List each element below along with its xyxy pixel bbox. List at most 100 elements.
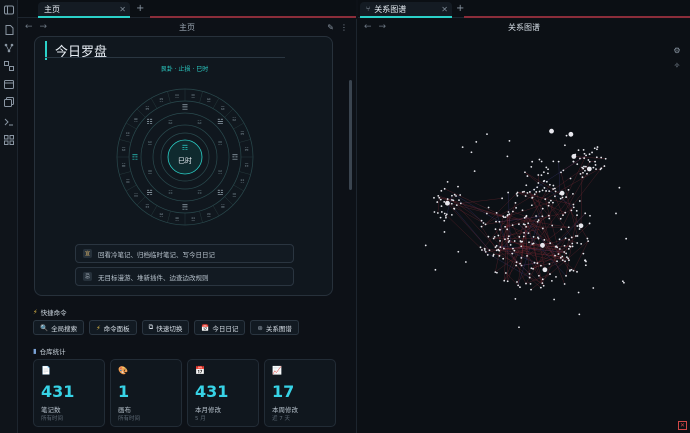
more-options-icon[interactable]: ⋮ [340,23,348,32]
hint-do-badge: 宜 [83,249,92,258]
graph-icon: ⊛ [257,323,263,332]
files-icon[interactable] [3,24,15,36]
right-tab-bar: ⑂ 关系图谱 ✕ + [358,0,690,18]
svg-text:☵: ☵ [145,106,149,112]
quick-switch-button[interactable]: ⧉ 快速切换 [141,320,190,335]
document-icon: 📄 [41,366,51,375]
compass-card: 今日罗盘 艮卦 · 止损 · 巳时 ☰ ☱ ☲ ☳ ☴ ☵ ☶ ☷ ☰ ☱ ☲ ☳ ☴ ☵ ☶ ☷ ☰ ☱ ☲ ☳ ☴ ☵… [34,36,333,296]
calendar-icon: 📅 [201,323,210,332]
tab-bar-accent-line [150,16,356,18]
svg-text:☳: ☳ [197,120,202,126]
terminal-icon[interactable] [3,116,15,128]
graph-icon[interactable] [3,42,15,54]
svg-text:☳: ☳ [126,131,130,137]
new-tab-icon[interactable]: + [456,3,464,14]
compass-center-label: 巳时 [178,156,192,165]
tab-home-label: 主页 [44,4,60,14]
graph-settings-icon[interactable]: ⚙ [672,45,682,55]
tab-graph-label: 关系图谱 [374,4,407,14]
graph-view: ← → 关系图谱 ⚙ ✧ [356,19,690,433]
svg-text:☷: ☷ [240,179,244,185]
stat-sub: 所有时间 [41,416,64,422]
hint-avoid-badge: 忌 [83,272,92,281]
trend-chart-icon: 📈 [272,366,282,375]
stat-card-canvas: 🎨 1 画布 所有时间 [110,359,182,427]
svg-text:☵: ☵ [218,169,223,175]
edit-icon[interactable]: ✎ [327,23,334,32]
graph-view-button[interactable]: ⊛ 关系图谱 [250,320,299,335]
scrollbar[interactable] [349,80,352,190]
nav-title: 关系图谱 [508,22,540,32]
graph-tab-icon: ⑂ [366,5,371,13]
compass-subtitle: 艮卦 · 止损 · 巳时 [160,66,209,73]
svg-text:☵: ☵ [147,189,153,197]
hint-do-text: 回看冷笔记、归档临时笔记、写今日日记 [98,250,215,259]
svg-text:☰: ☰ [232,193,236,199]
svg-text:☶: ☶ [197,190,202,196]
graph-animate-icon[interactable]: ✧ [672,60,682,70]
svg-text:☲: ☲ [121,147,125,153]
quick-commands-heading: ⚡ 快捷命令 [33,307,67,317]
daily-note-button[interactable]: 📅 今日日记 [194,320,246,335]
sidebar-toggle-icon[interactable] [3,4,15,16]
svg-text:☱: ☱ [217,118,223,126]
templates-icon[interactable] [3,134,15,146]
stat-sub: 所有时间 [118,416,141,422]
svg-text:☶: ☶ [132,154,138,162]
lightning-icon: ⚡ [33,308,38,316]
svg-text:☲: ☲ [207,212,211,218]
canvas-icon[interactable] [3,60,15,72]
left-ribbon [0,0,18,433]
tab-home[interactable]: 主页 ✕ [38,2,130,18]
graph-canvas[interactable] [357,36,690,433]
svg-text:☱: ☱ [148,141,153,147]
stat-card-month: 📅 431 本月修改 5 月 [187,359,259,427]
tab-graph[interactable]: ⑂ 关系图谱 ✕ [360,2,452,18]
svg-text:☲: ☲ [168,120,173,126]
svg-text:☶: ☶ [182,144,188,152]
daily-note-label: 今日日记 [212,324,239,333]
error-indicator-icon[interactable]: ✕ [678,421,687,430]
stat-value: 1 [118,382,130,401]
graph-view-label: 关系图谱 [265,324,292,333]
stat-sub: 近 7 天 [272,416,290,422]
stat-value: 431 [195,382,229,401]
copy-icon[interactable] [3,96,15,108]
search-icon: 🔍 [40,323,49,332]
bar-chart-icon: ▮ [33,347,37,355]
stat-sub: 5 月 [195,416,206,422]
search-button[interactable]: 🔍 全局搜索 [33,320,85,335]
vault-stats-title: 仓库统计 [39,348,66,356]
svg-text:☰: ☰ [126,179,130,185]
palette-icon: 🎨 [118,366,128,375]
stat-label: 本月修改 [195,406,221,414]
stat-label: 本周修改 [272,406,298,414]
nav-title: 主页 [179,22,195,32]
stat-value: 17 [272,382,295,401]
calendar-icon[interactable] [3,78,15,90]
svg-text:☱: ☱ [207,98,211,104]
stat-label: 画布 [118,406,131,414]
stat-card-week: 📈 17 本周修改 近 7 天 [264,359,336,427]
svg-text:☴: ☴ [240,131,244,137]
stat-value: 431 [41,382,75,401]
svg-text:☲: ☲ [232,154,238,162]
svg-text:☴: ☴ [182,204,188,212]
command-palette-button[interactable]: ⚡ 命令面板 [89,320,137,335]
close-icon[interactable]: ✕ [441,5,448,14]
left-nav-bar: ← → 主页 ✎ ⋮ [18,19,356,35]
svg-text:☳: ☳ [191,216,195,222]
svg-text:☴: ☴ [175,216,179,222]
new-tab-icon[interactable]: + [136,3,144,14]
svg-text:☱: ☱ [221,204,225,210]
quick-switch-label: 快速切换 [156,324,183,333]
svg-text:☰: ☰ [182,104,188,112]
close-icon[interactable]: ✕ [119,5,126,14]
calendar-icon: 📅 [195,366,205,375]
command-palette-label: 命令面板 [103,324,130,333]
svg-text:☷: ☷ [134,193,138,199]
svg-text:☲: ☲ [221,106,225,112]
switch-icon: ⧉ [148,323,154,331]
svg-text:☷: ☷ [147,118,153,126]
svg-text:☴: ☴ [134,117,138,123]
